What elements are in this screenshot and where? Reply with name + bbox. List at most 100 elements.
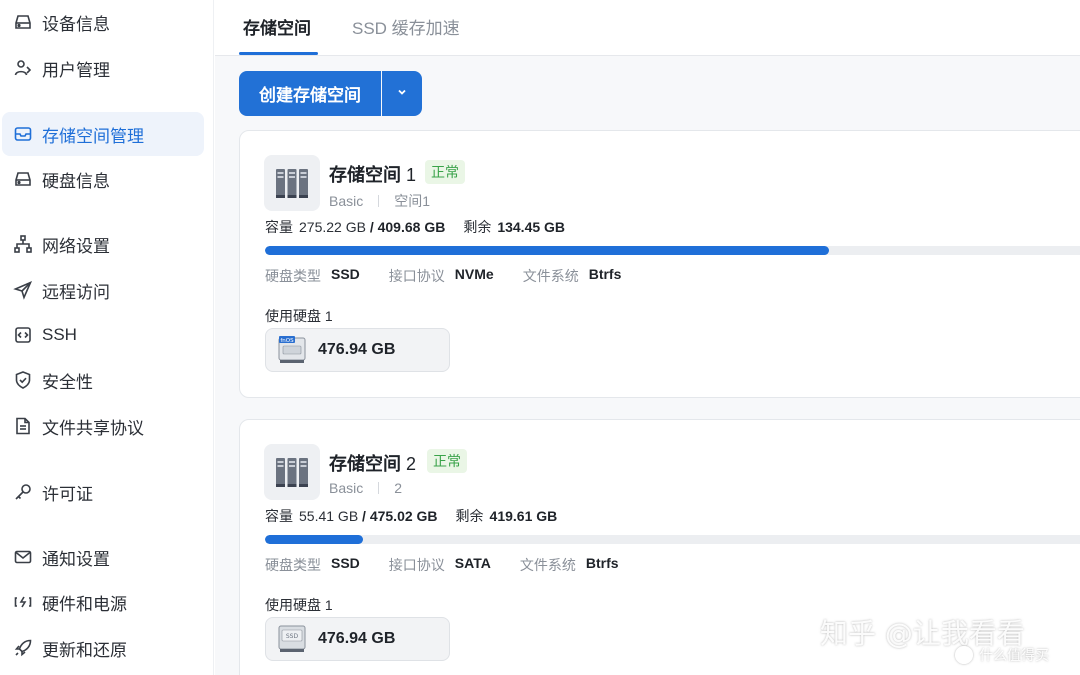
- usage-progress-fill: [265, 246, 830, 255]
- sidebar-item-network[interactable]: 网络设置: [2, 222, 204, 266]
- disk-icon-text: SSD: [286, 633, 299, 640]
- interface-value: SATA: [454, 555, 491, 571]
- usage-progress-bar: [265, 535, 1080, 544]
- sidebar-item-label: 网络设置: [42, 236, 110, 256]
- sidebar-item-update-restore[interactable]: 更新和还原: [2, 626, 204, 670]
- disk-type-value: SSD: [331, 266, 360, 282]
- sidebar-item-storage[interactable]: 存储空间管理: [2, 112, 204, 156]
- storage-space-card: 存储空间 1 正常 Basic 空间1 容量 275.22 GB / 409.68…: [239, 130, 1080, 398]
- disk-type-value: SSD: [331, 555, 360, 571]
- sidebar-item-label: 用户管理: [42, 60, 110, 80]
- disk-type-label: 硬盘类型: [265, 557, 321, 573]
- sidebar-item-label: 许可证: [42, 484, 93, 504]
- disk-size: 476.94 GB: [318, 341, 396, 358]
- code-icon: [12, 324, 34, 346]
- sidebar: 设备信息 用户管理 存储空间管理 硬盘信息 网络设置 远程访问 SSH 安全性 …: [0, 0, 214, 675]
- sidebar-item-users[interactable]: 用户管理: [2, 46, 204, 90]
- storage-space-title: 存储空间 1: [329, 161, 416, 187]
- sidebar-item-device-info[interactable]: 设备信息: [2, 0, 204, 44]
- properties-row: 硬盘类型 SSD 接口协议 NVMe 文件系统 Btrfs: [265, 266, 650, 286]
- disk-size: 476.94 GB: [318, 630, 396, 647]
- create-storage-button[interactable]: 创建存储空间: [239, 71, 381, 116]
- create-storage-button-group: 创建存储空间: [239, 71, 422, 116]
- interface-label: 接口协议: [388, 268, 445, 284]
- raid-type: Basic: [329, 480, 364, 496]
- properties-row: 硬盘类型 SSD 接口协议 SATA 文件系统 Btrfs: [265, 555, 648, 575]
- remaining-label: 剩余: [455, 508, 484, 524]
- tab-storage-space[interactable]: 存储空间: [243, 14, 311, 39]
- storage-icon: [12, 123, 34, 145]
- capacity-label: 容量: [265, 219, 293, 235]
- sidebar-item-harddisk[interactable]: 硬盘信息: [2, 157, 204, 201]
- shield-icon: [12, 369, 34, 391]
- total-capacity: 475.02 GB: [369, 508, 438, 524]
- battery-icon: [12, 591, 34, 613]
- watermark-logo-icon: [955, 646, 973, 664]
- sidebar-item-file-sharing[interactable]: 文件共享协议: [2, 404, 204, 448]
- sidebar-item-label: 通知设置: [42, 549, 110, 569]
- disk-chip[interactable]: SSD 476.94 GB: [265, 617, 450, 661]
- used-capacity: 275.22 GB: [299, 219, 366, 235]
- storage-space-alias: 空间1: [394, 193, 431, 209]
- sidebar-item-ssh[interactable]: SSH: [2, 313, 204, 357]
- sidebar-item-label: 文件共享协议: [42, 418, 144, 438]
- chevron-down-icon: [396, 85, 408, 103]
- file-icon: [12, 415, 34, 437]
- device-icon: [12, 11, 34, 33]
- status-badge: 正常: [425, 160, 465, 184]
- key-icon: [12, 481, 34, 503]
- rocket-icon: [12, 637, 34, 659]
- interface-value: NVMe: [454, 266, 494, 282]
- storage-space-title: 存储空间 2: [329, 450, 416, 476]
- remaining-capacity: 419.61 GB: [489, 508, 558, 524]
- storage-space-subinfo: Basic 空间1: [329, 191, 430, 211]
- sidebar-item-label: SSH: [42, 325, 77, 344]
- tab-bar: 存储空间 SSD 缓存加速: [215, 0, 1080, 56]
- interface-label: 接口协议: [388, 557, 445, 573]
- filesystem-label: 文件系统: [522, 268, 579, 284]
- sidebar-item-notifications[interactable]: 通知设置: [2, 535, 204, 579]
- users-icon: [12, 57, 34, 79]
- sidebar-item-hardware-power[interactable]: 硬件和电源: [2, 580, 204, 624]
- usage-progress-bar: [265, 246, 1080, 255]
- divider: [378, 482, 380, 494]
- sidebar-item-label: 硬盘信息: [42, 171, 110, 191]
- send-icon: [12, 279, 34, 301]
- sidebar-item-license[interactable]: 许可证: [2, 470, 204, 514]
- disk-type-label: 硬盘类型: [265, 268, 321, 284]
- storage-space-alias: 2: [394, 480, 403, 496]
- tab-active-indicator: [239, 52, 318, 55]
- remaining-capacity: 134.45 GB: [497, 219, 566, 235]
- sidebar-item-security[interactable]: 安全性: [2, 358, 204, 402]
- sidebar-item-label: 安全性: [42, 372, 93, 392]
- network-icon: [12, 233, 34, 255]
- watermark-small: 什么值得买: [955, 645, 1049, 665]
- tab-ssd-cache[interactable]: SSD 缓存加速: [352, 14, 460, 39]
- status-badge: 正常: [427, 449, 467, 473]
- total-capacity: 409.68 GB: [377, 219, 446, 235]
- storage-space-subinfo: Basic 2: [329, 480, 402, 496]
- storage-space-name: 存储空间: [329, 165, 401, 185]
- create-storage-dropdown-button[interactable]: [382, 71, 422, 116]
- sidebar-item-label: 设备信息: [42, 14, 110, 34]
- usage-progress-fill: [265, 535, 364, 544]
- watermark-small-text: 什么值得买: [979, 647, 1049, 663]
- sidebar-item-label: 存储空间管理: [42, 126, 144, 146]
- harddisk-icon: [12, 168, 34, 190]
- storage-space-name: 存储空间: [329, 454, 401, 474]
- capacity-row: 容量 55.41 GB / 475.02 GB 剩余 419.61 GB: [265, 508, 558, 524]
- mail-icon: [12, 546, 34, 568]
- sidebar-item-label: 硬件和电源: [42, 594, 127, 614]
- capacity-row: 容量 275.22 GB / 409.68 GB 剩余 134.45 GB: [265, 219, 566, 235]
- filesystem-value: Btrfs: [585, 555, 619, 571]
- used-disks-label: 使用硬盘 1: [265, 597, 333, 613]
- filesystem-value: Btrfs: [588, 266, 622, 282]
- storage-pool-icon: [264, 444, 320, 500]
- capacity-label: 容量: [265, 508, 293, 524]
- sidebar-item-remote[interactable]: 远程访问: [2, 268, 204, 312]
- nvme-ssd-icon: fnOS: [278, 336, 306, 363]
- sidebar-item-label: 远程访问: [42, 282, 110, 302]
- divider: [378, 195, 380, 207]
- disk-chip[interactable]: fnOS 476.94 GB: [265, 328, 450, 372]
- filesystem-label: 文件系统: [519, 557, 576, 573]
